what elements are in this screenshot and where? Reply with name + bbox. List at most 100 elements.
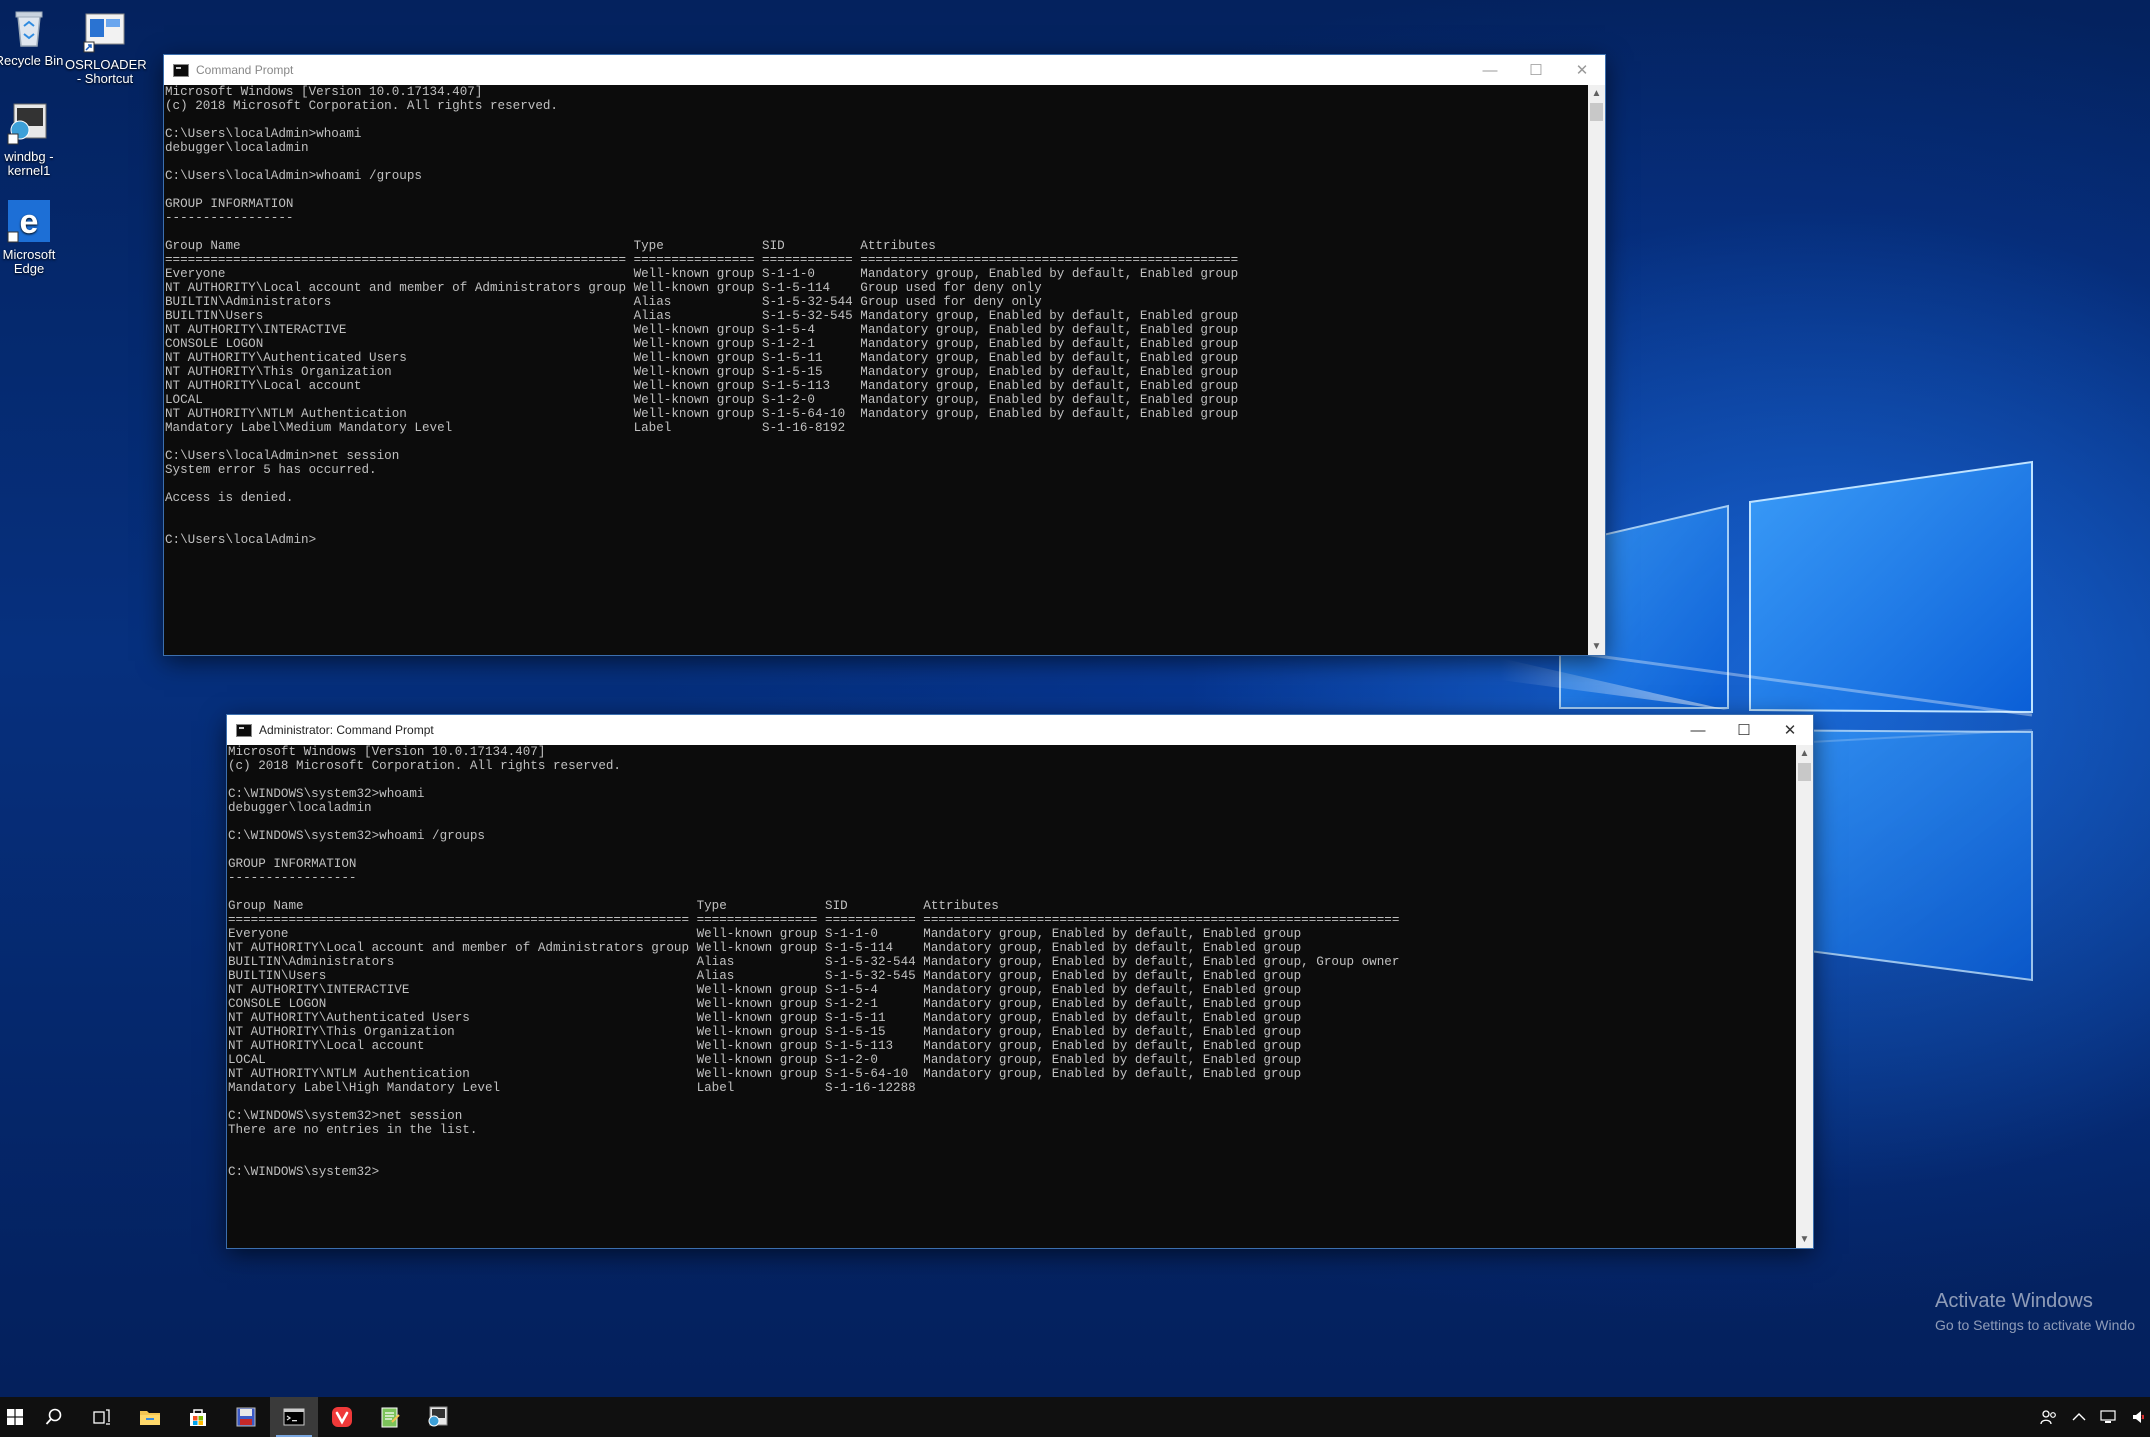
- desktop-icon-label: windbg - kernel1: [4, 149, 54, 178]
- console-line: NT AUTHORITY\Local account Well-known gr…: [228, 1039, 1302, 1053]
- console-line: -----------------: [165, 211, 294, 225]
- console-line: NT AUTHORITY\INTERACTIVE Well-known grou…: [165, 323, 1239, 337]
- file-explorer-button[interactable]: [126, 1397, 174, 1437]
- minimize-button[interactable]: —: [1675, 715, 1721, 745]
- console-line: NT AUTHORITY\NTLM Authentication Well-kn…: [228, 1067, 1302, 1081]
- console-text: Microsoft Windows [Version 10.0.17134.40…: [164, 85, 1588, 547]
- windbg-icon: [6, 100, 52, 146]
- scroll-up-icon[interactable]: ▲: [1588, 85, 1605, 102]
- store-icon: [190, 1409, 206, 1426]
- scroll-thumb[interactable]: [1590, 103, 1603, 121]
- notepad-button[interactable]: [366, 1397, 414, 1437]
- console-line: Everyone Well-known group S-1-1-0 Mandat…: [228, 927, 1302, 941]
- desktop-icon-label: Microsoft Edge: [2, 247, 56, 276]
- start-icon: [7, 1409, 23, 1425]
- maximize-button[interactable]: ☐: [1721, 715, 1767, 745]
- cmd-icon: [236, 723, 252, 737]
- console-line: BUILTIN\Users Alias S-1-5-32-545 Mandato…: [228, 969, 1302, 983]
- console-line: NT AUTHORITY\Authenticated Users Well-kn…: [228, 1011, 1302, 1025]
- console-line: Microsoft Windows [Version 10.0.17134.40…: [165, 85, 483, 99]
- console-line: C:\WINDOWS\system32>net session: [228, 1109, 463, 1123]
- windbg-icon: [428, 1406, 448, 1427]
- console-line: C:\Users\localAdmin>whoami /groups: [165, 169, 422, 183]
- vertical-scrollbar[interactable]: ▲ ▼: [1796, 745, 1813, 1248]
- console-line: (c) 2018 Microsoft Corporation. All righ…: [165, 99, 558, 113]
- console-line: NT AUTHORITY\INTERACTIVE Well-known grou…: [228, 983, 1302, 997]
- desktop-icon-label: OSRLOADER - Shortcut: [65, 57, 147, 86]
- desktop-icon-windbg[interactable]: windbg - kernel1: [0, 100, 69, 178]
- vertical-scrollbar[interactable]: ▲ ▼: [1588, 85, 1605, 655]
- notepad-icon: [381, 1407, 400, 1428]
- system-tray: [2040, 1397, 2150, 1437]
- chevron-up-icon[interactable]: [2072, 1412, 2086, 1422]
- scroll-up-icon[interactable]: ▲: [1796, 745, 1813, 762]
- console-line: NT AUTHORITY\NTLM Authentication Well-kn…: [165, 407, 1239, 421]
- admin-cmd-window-titlebar[interactable]: Administrator: Command Prompt — ☐ ✕: [227, 715, 1813, 745]
- console-line: Microsoft Windows [Version 10.0.17134.40…: [228, 745, 546, 759]
- desktop-icon-recycle-bin[interactable]: Recycle Bin: [0, 4, 69, 68]
- console-line: C:\Users\localAdmin>: [165, 533, 317, 547]
- search-button[interactable]: [30, 1397, 78, 1437]
- scroll-down-icon[interactable]: ▼: [1796, 1231, 1813, 1248]
- console-line: GROUP INFORMATION: [165, 197, 294, 211]
- desktop-icon-osrloader[interactable]: OSRLOADER - Shortcut: [65, 8, 147, 86]
- console-line: NT AUTHORITY\This Organization Well-know…: [165, 365, 1239, 379]
- console-line: BUILTIN\Administrators Alias S-1-5-32-54…: [165, 295, 1042, 309]
- console-line: C:\WINDOWS\system32>: [228, 1165, 380, 1179]
- desktop-icon-label: Recycle Bin: [0, 53, 64, 68]
- console-line: C:\Users\localAdmin>net session: [165, 449, 400, 463]
- console-line: NT AUTHORITY\Local account Well-known gr…: [165, 379, 1239, 393]
- start-button[interactable]: [0, 1397, 30, 1437]
- admin-cmd-window[interactable]: Administrator: Command Prompt — ☐ ✕ Micr…: [227, 715, 1813, 1248]
- console-line: -----------------: [228, 871, 357, 885]
- console-line: C:\WINDOWS\system32>whoami /groups: [228, 829, 485, 843]
- console-line: Group Name Type SID Attributes: [228, 899, 999, 913]
- people-icon[interactable]: [2040, 1409, 2058, 1425]
- save-disk-button[interactable]: [222, 1397, 270, 1437]
- close-button[interactable]: ✕: [1559, 55, 1605, 85]
- desktop-icon-edge[interactable]: e Microsoft Edge: [0, 198, 69, 276]
- store-button[interactable]: [174, 1397, 222, 1437]
- minimize-button[interactable]: —: [1467, 55, 1513, 85]
- file-explorer-icon: [140, 1411, 160, 1425]
- console-line: C:\WINDOWS\system32>whoami: [228, 787, 425, 801]
- console-line: (c) 2018 Microsoft Corporation. All righ…: [228, 759, 621, 773]
- maximize-button[interactable]: ☐: [1513, 55, 1559, 85]
- console-line: LOCAL Well-known group S-1-2-0 Mandatory…: [165, 393, 1239, 407]
- console-line: LOCAL Well-known group S-1-2-0 Mandatory…: [228, 1053, 1302, 1067]
- console-output[interactable]: Microsoft Windows [Version 10.0.17134.40…: [227, 745, 1796, 1248]
- console-output[interactable]: Microsoft Windows [Version 10.0.17134.40…: [164, 85, 1588, 655]
- cmd-window[interactable]: Command Prompt — ☐ ✕ Microsoft Windows […: [164, 55, 1605, 655]
- cmd-window-titlebar[interactable]: Command Prompt — ☐ ✕: [164, 55, 1605, 85]
- console-line: NT AUTHORITY\This Organization Well-know…: [228, 1025, 1302, 1039]
- cmd-icon: [173, 63, 189, 77]
- console-line: Mandatory Label\Medium Mandatory Level L…: [165, 421, 846, 435]
- search-icon: [45, 1408, 62, 1425]
- console-line: Everyone Well-known group S-1-1-0 Mandat…: [165, 267, 1239, 281]
- windbg-taskbar-button[interactable]: [414, 1397, 462, 1437]
- console-line: BUILTIN\Users Alias S-1-5-32-545 Mandato…: [165, 309, 1239, 323]
- console-line: NT AUTHORITY\Local account and member of…: [228, 941, 1302, 955]
- activate-windows-watermark: Activate Windows Go to Settings to activ…: [1935, 1290, 2135, 1333]
- scroll-down-icon[interactable]: ▼: [1588, 638, 1605, 655]
- watermark-subtitle: Go to Settings to activate Windo: [1935, 1317, 2135, 1333]
- console-line: ========================================…: [228, 913, 1400, 927]
- svg-text:e: e: [20, 203, 39, 241]
- console-line: There are no entries in the list.: [228, 1123, 478, 1137]
- close-button[interactable]: ✕: [1767, 715, 1813, 745]
- console-text: Microsoft Windows [Version 10.0.17134.40…: [227, 745, 1796, 1179]
- console-line: C:\Users\localAdmin>whoami: [165, 127, 362, 141]
- scroll-thumb[interactable]: [1798, 763, 1811, 781]
- watermark-title: Activate Windows: [1935, 1290, 2093, 1312]
- console-line: NT AUTHORITY\Authenticated Users Well-kn…: [165, 351, 1239, 365]
- network-icon[interactable]: [2100, 1409, 2118, 1425]
- edge-icon: e: [6, 198, 52, 244]
- task-view-button[interactable]: [78, 1397, 126, 1437]
- cmd-taskbar-button[interactable]: [270, 1397, 318, 1437]
- console-line: System error 5 has occurred.: [165, 463, 377, 477]
- vivaldi-button[interactable]: [318, 1397, 366, 1437]
- recycle-bin-icon: [6, 4, 52, 50]
- volume-icon[interactable]: [2132, 1409, 2144, 1425]
- console-line: ========================================…: [165, 253, 1239, 267]
- console-line: GROUP INFORMATION: [228, 857, 357, 871]
